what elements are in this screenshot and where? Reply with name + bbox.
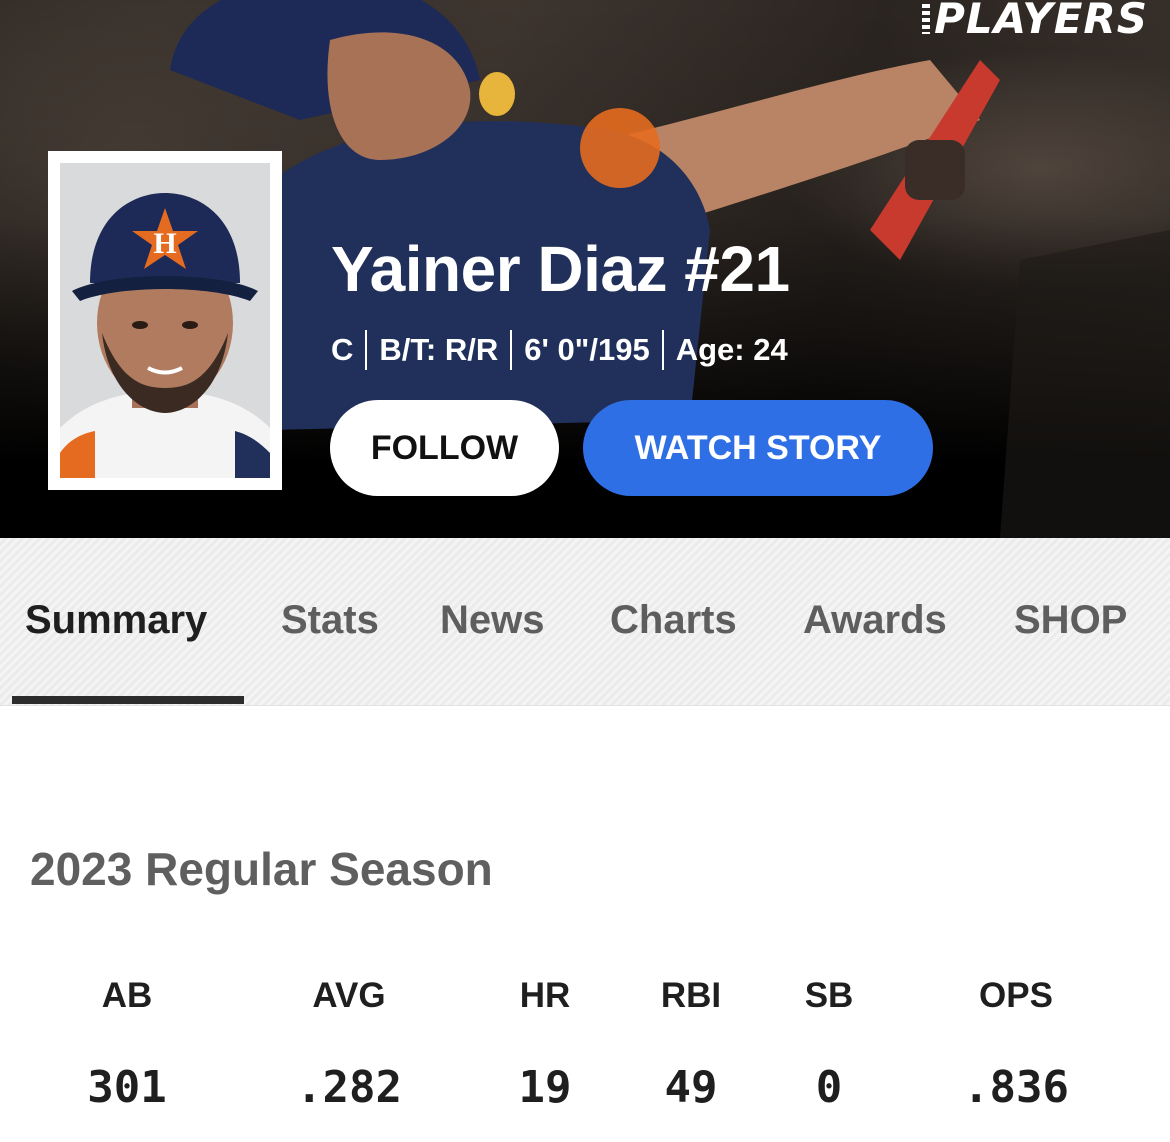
stat-header-avg: AVG — [312, 976, 386, 1015]
player-tab-bar: Summary Stats News Charts Awards SHOP — [0, 538, 1170, 706]
player-headshot: H — [60, 163, 270, 478]
headshot-illustration: H — [60, 163, 270, 478]
bio-position: C — [331, 332, 354, 367]
bio-divider — [510, 330, 513, 370]
tab-shop[interactable]: SHOP — [1014, 598, 1127, 643]
stat-header-ops: OPS — [979, 976, 1053, 1015]
stat-value-ops: .836 — [963, 1062, 1069, 1113]
brand-logo-text: PLAYERS — [934, 0, 1148, 43]
active-tab-indicator — [12, 696, 244, 704]
tab-stats[interactable]: Stats — [281, 598, 379, 643]
stat-value-hr: 19 — [518, 1062, 572, 1113]
bio-divider — [661, 330, 664, 370]
logo-bars-icon — [922, 4, 931, 34]
player-hero: PLAYERS H Yainer Diaz #21 C B/T: R/R 6' … — [0, 0, 1170, 538]
stat-header-ab: AB — [101, 976, 153, 1015]
bio-bats-throws: B/T: R/R — [379, 332, 499, 367]
bio-height-weight: 6' 0"/195 — [524, 332, 650, 367]
svg-text:H: H — [153, 227, 176, 260]
player-bio: C B/T: R/R 6' 0"/195 Age: 24 — [331, 330, 788, 370]
stat-value-sb: 0 — [815, 1062, 843, 1113]
tab-awards[interactable]: Awards — [803, 598, 947, 643]
tab-charts[interactable]: Charts — [610, 598, 737, 643]
tab-summary[interactable]: Summary — [25, 598, 207, 643]
watch-story-button[interactable]: WATCH STORY — [583, 400, 933, 496]
stat-header-hr: HR — [519, 976, 571, 1015]
stat-header-rbi: RBI — [660, 976, 722, 1015]
follow-button[interactable]: FOLLOW — [330, 400, 559, 496]
player-name: Yainer Diaz #21 — [331, 233, 790, 305]
bio-age: Age: 24 — [675, 332, 788, 367]
stat-header-sb: SB — [804, 976, 854, 1015]
bio-divider — [365, 330, 368, 370]
player-headshot-frame: H — [48, 151, 282, 490]
stat-value-rbi: 49 — [664, 1062, 718, 1113]
player-page: PLAYERS H Yainer Diaz #21 C B/T: R/R 6' … — [0, 0, 1170, 1142]
season-title: 2023 Regular Season — [30, 843, 493, 895]
stat-value-avg: .282 — [296, 1062, 402, 1113]
stat-value-ab: 301 — [87, 1062, 167, 1113]
brand-logo[interactable]: PLAYERS — [922, 0, 1148, 43]
tab-news[interactable]: News — [440, 598, 545, 643]
